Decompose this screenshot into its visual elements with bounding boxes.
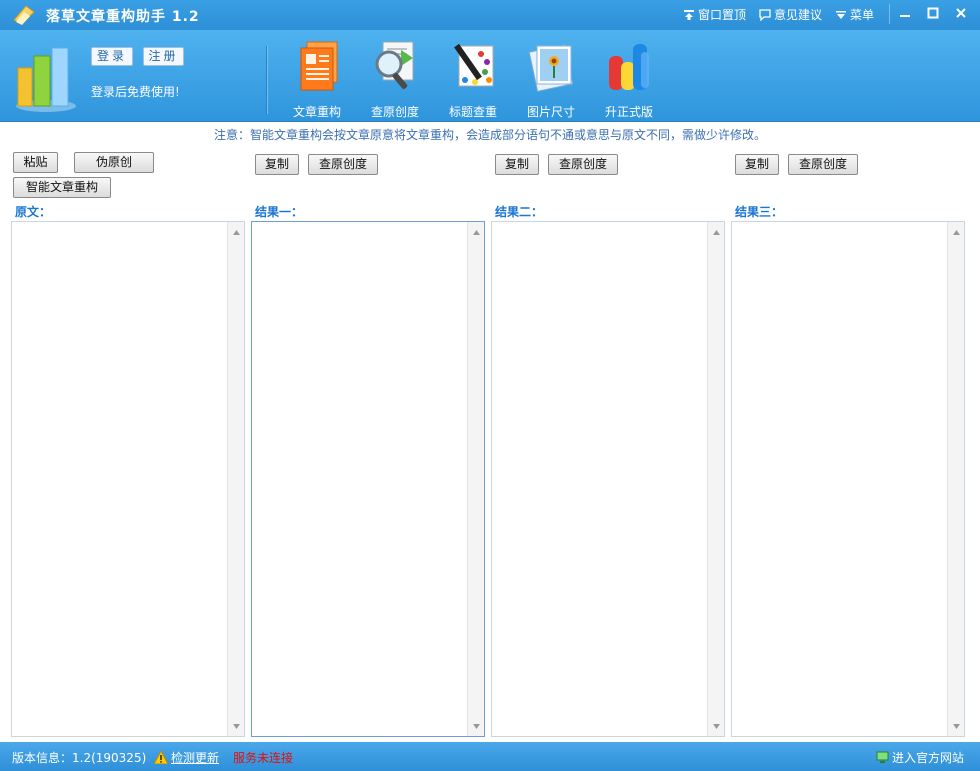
menu-button[interactable]: 菜单 bbox=[835, 6, 874, 23]
notice-text: 注意：智能文章重构会按文章原意将文章重构，会造成部分语句不通或意思与原文不同，需… bbox=[213, 128, 766, 142]
result2-scrollbar[interactable] bbox=[707, 222, 724, 736]
picture-icon bbox=[528, 44, 574, 92]
tool-check-originality[interactable]: 查原创度 bbox=[360, 38, 430, 119]
result2-label: 结果二： bbox=[495, 205, 544, 219]
tool-title-duplicate-label: 标题查重 bbox=[448, 105, 497, 119]
warning-icon bbox=[154, 751, 168, 764]
tool-upgrade[interactable]: 升正式版 bbox=[594, 38, 664, 119]
bar-chart-logo-icon bbox=[16, 47, 76, 112]
scroll-up-icon[interactable] bbox=[468, 224, 485, 240]
smart-rewrite-button[interactable]: 智能文章重构 bbox=[13, 177, 111, 198]
menu-chevron-icon bbox=[836, 10, 846, 19]
tool-upgrade-label: 升正式版 bbox=[604, 105, 653, 119]
close-button[interactable] bbox=[950, 4, 972, 22]
login-button[interactable]: 登录 bbox=[91, 47, 133, 66]
main-toolbar: 登录 注册 登录后免费使用! 文章重构 查原创度 标题查重 图片尺寸 升正式版 bbox=[0, 30, 980, 122]
tool-title-duplicate[interactable]: 标题查重 bbox=[438, 38, 508, 119]
service-status: 服务未连接 bbox=[233, 751, 294, 765]
scroll-down-icon[interactable] bbox=[708, 718, 725, 734]
result3-scrollbar[interactable] bbox=[947, 222, 964, 736]
result1-label: 结果一： bbox=[255, 205, 304, 219]
maximize-icon bbox=[927, 7, 939, 19]
tool-check-originality-label: 查原创度 bbox=[370, 105, 419, 119]
feedback-label: 意见建议 bbox=[774, 8, 823, 22]
tool-image-size-label: 图片尺寸 bbox=[526, 105, 575, 119]
pin-window-label: 窗口置顶 bbox=[698, 8, 747, 22]
window-title: 落草文章重构助手 1.2 bbox=[46, 9, 200, 25]
original-scrollbar[interactable] bbox=[227, 222, 244, 736]
pin-window-button[interactable]: 窗口置顶 bbox=[683, 6, 746, 23]
tool-rewrite-article[interactable]: 文章重构 bbox=[282, 38, 352, 119]
version-info: 版本信息：1.2(190325) bbox=[12, 751, 147, 765]
monitor-icon bbox=[876, 751, 889, 763]
pin-icon bbox=[684, 9, 694, 20]
window-controls-divider bbox=[889, 4, 890, 24]
pen-palette-icon bbox=[454, 43, 494, 87]
scroll-up-icon[interactable] bbox=[228, 224, 245, 240]
paste-button[interactable]: 粘贴 bbox=[13, 152, 58, 173]
scroll-up-icon[interactable] bbox=[948, 224, 965, 240]
result3-copy-button[interactable]: 复制 bbox=[735, 154, 779, 175]
feedback-button[interactable]: 意见建议 bbox=[759, 6, 822, 23]
maximize-button[interactable] bbox=[922, 4, 944, 22]
pseudo-original-button[interactable]: 伪原创 bbox=[74, 152, 154, 173]
register-button[interactable]: 注册 bbox=[143, 47, 184, 66]
result2-copy-button[interactable]: 复制 bbox=[495, 154, 539, 175]
result2-textarea[interactable] bbox=[491, 221, 725, 737]
minimize-icon bbox=[900, 15, 910, 17]
result1-textarea[interactable] bbox=[251, 221, 485, 737]
scroll-up-icon[interactable] bbox=[708, 224, 725, 240]
login-hint: 登录后免费使用! bbox=[91, 85, 180, 99]
original-textarea[interactable] bbox=[11, 221, 245, 737]
app-logo-icon bbox=[13, 5, 35, 25]
scroll-down-icon[interactable] bbox=[948, 718, 965, 734]
tool-rewrite-label: 文章重构 bbox=[292, 105, 341, 119]
scroll-down-icon[interactable] bbox=[228, 718, 245, 734]
document-icon bbox=[300, 41, 338, 91]
result1-copy-button[interactable]: 复制 bbox=[255, 154, 299, 175]
result3-label: 结果三： bbox=[735, 205, 784, 219]
tool-image-size[interactable]: 图片尺寸 bbox=[516, 38, 586, 119]
upgrade-bars-icon bbox=[609, 44, 649, 90]
result2-check-button[interactable]: 查原创度 bbox=[548, 154, 618, 175]
menu-label: 菜单 bbox=[850, 8, 875, 22]
magnifier-icon bbox=[375, 41, 414, 90]
status-bar: 版本信息：1.2(190325) 检测更新 服务未连接 进入官方网站 bbox=[0, 742, 980, 771]
result3-textarea[interactable] bbox=[731, 221, 965, 737]
toolbar-divider bbox=[266, 46, 267, 114]
check-update-label: 检测更新 bbox=[171, 751, 220, 765]
title-bar: 落草文章重构助手 1.2 窗口置顶 意见建议 菜单 bbox=[0, 0, 980, 30]
scroll-down-icon[interactable] bbox=[468, 718, 485, 734]
result1-check-button[interactable]: 查原创度 bbox=[308, 154, 378, 175]
result1-scrollbar[interactable] bbox=[467, 222, 484, 736]
official-site-label: 进入官方网站 bbox=[892, 751, 965, 765]
minimize-button[interactable] bbox=[894, 4, 916, 22]
feedback-icon bbox=[759, 8, 771, 21]
check-update-link[interactable]: 检测更新 bbox=[154, 749, 219, 766]
close-icon bbox=[956, 8, 966, 18]
result3-check-button[interactable]: 查原创度 bbox=[788, 154, 858, 175]
official-site-link[interactable]: 进入官方网站 bbox=[876, 749, 964, 766]
original-label: 原文： bbox=[15, 205, 52, 219]
